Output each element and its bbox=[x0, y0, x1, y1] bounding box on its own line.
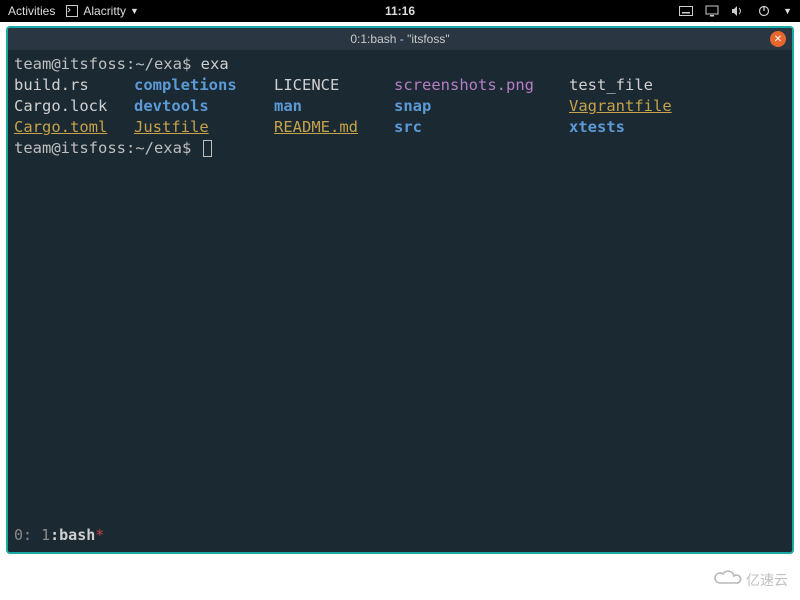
listing-entry: xtests bbox=[569, 117, 786, 138]
system-menu-chevron-icon[interactable]: ▼ bbox=[783, 6, 792, 16]
listing-entry: README.md bbox=[274, 117, 394, 138]
listing-entry: screenshots.png bbox=[394, 75, 569, 96]
power-icon[interactable] bbox=[757, 4, 771, 18]
cloud-icon bbox=[712, 569, 742, 590]
app-menu[interactable]: Alacritty ▼ bbox=[65, 4, 139, 18]
watermark: 亿速云 bbox=[712, 569, 788, 590]
exa-listing: build.rscompletionsLICENCEscreenshots.pn… bbox=[14, 75, 786, 138]
shell-prompt: team@itsfoss:~/exa$ bbox=[14, 55, 191, 73]
listing-entry: man bbox=[274, 96, 394, 117]
listing-entry: LICENCE bbox=[274, 75, 394, 96]
terminal-viewport[interactable]: team@itsfoss:~/exa$ exa build.rscompleti… bbox=[8, 50, 792, 552]
terminal-app-icon bbox=[65, 4, 79, 18]
listing-entry: src bbox=[394, 117, 569, 138]
app-menu-label: Alacritty bbox=[83, 4, 126, 18]
tmux-window-index: 1 bbox=[41, 526, 50, 544]
listing-entry: test_file bbox=[569, 75, 786, 96]
prompt-line-2: team@itsfoss:~/exa$ bbox=[14, 138, 786, 159]
tmux-active-flag: * bbox=[95, 526, 104, 544]
listing-entry: devtools bbox=[134, 96, 274, 117]
window-title: 0:1:bash - "itsfoss" bbox=[350, 32, 449, 46]
close-icon: ✕ bbox=[774, 34, 782, 45]
watermark-text: 亿速云 bbox=[746, 570, 788, 590]
volume-icon[interactable] bbox=[731, 4, 745, 18]
listing-entry: completions bbox=[134, 75, 274, 96]
shell-prompt: team@itsfoss:~/exa$ bbox=[14, 139, 191, 157]
terminal-window: 0:1:bash - "itsfoss" ✕ team@itsfoss:~/ex… bbox=[6, 26, 794, 554]
window-titlebar[interactable]: 0:1:bash - "itsfoss" ✕ bbox=[8, 28, 792, 50]
listing-entry: Cargo.toml bbox=[14, 117, 134, 138]
clock[interactable]: 11:16 bbox=[385, 4, 415, 18]
tmux-statusbar: 0: 1:bash* bbox=[14, 525, 104, 546]
activities-button[interactable]: Activities bbox=[8, 4, 55, 18]
screen-icon[interactable] bbox=[705, 4, 719, 18]
tmux-session-index: 0: bbox=[14, 526, 32, 544]
system-tray: ▼ bbox=[679, 4, 792, 18]
listing-entry: Vagrantfile bbox=[569, 96, 786, 117]
listing-entry: Cargo.lock bbox=[14, 96, 134, 117]
prompt-line-1: team@itsfoss:~/exa$ exa bbox=[14, 54, 786, 75]
chevron-down-icon: ▼ bbox=[130, 6, 139, 16]
desktop-topbar: Activities Alacritty ▼ 11:16 ▼ bbox=[0, 0, 800, 22]
activities-label: Activities bbox=[8, 4, 55, 18]
window-close-button[interactable]: ✕ bbox=[770, 31, 786, 47]
keyboard-indicator-icon[interactable] bbox=[679, 4, 693, 18]
cursor-block bbox=[203, 140, 212, 157]
typed-command: exa bbox=[201, 55, 229, 73]
listing-entry: snap bbox=[394, 96, 569, 117]
tmux-colon: : bbox=[50, 526, 59, 544]
listing-entry: Justfile bbox=[134, 117, 274, 138]
listing-entry: build.rs bbox=[14, 75, 134, 96]
tmux-window-name: bash bbox=[59, 526, 95, 544]
